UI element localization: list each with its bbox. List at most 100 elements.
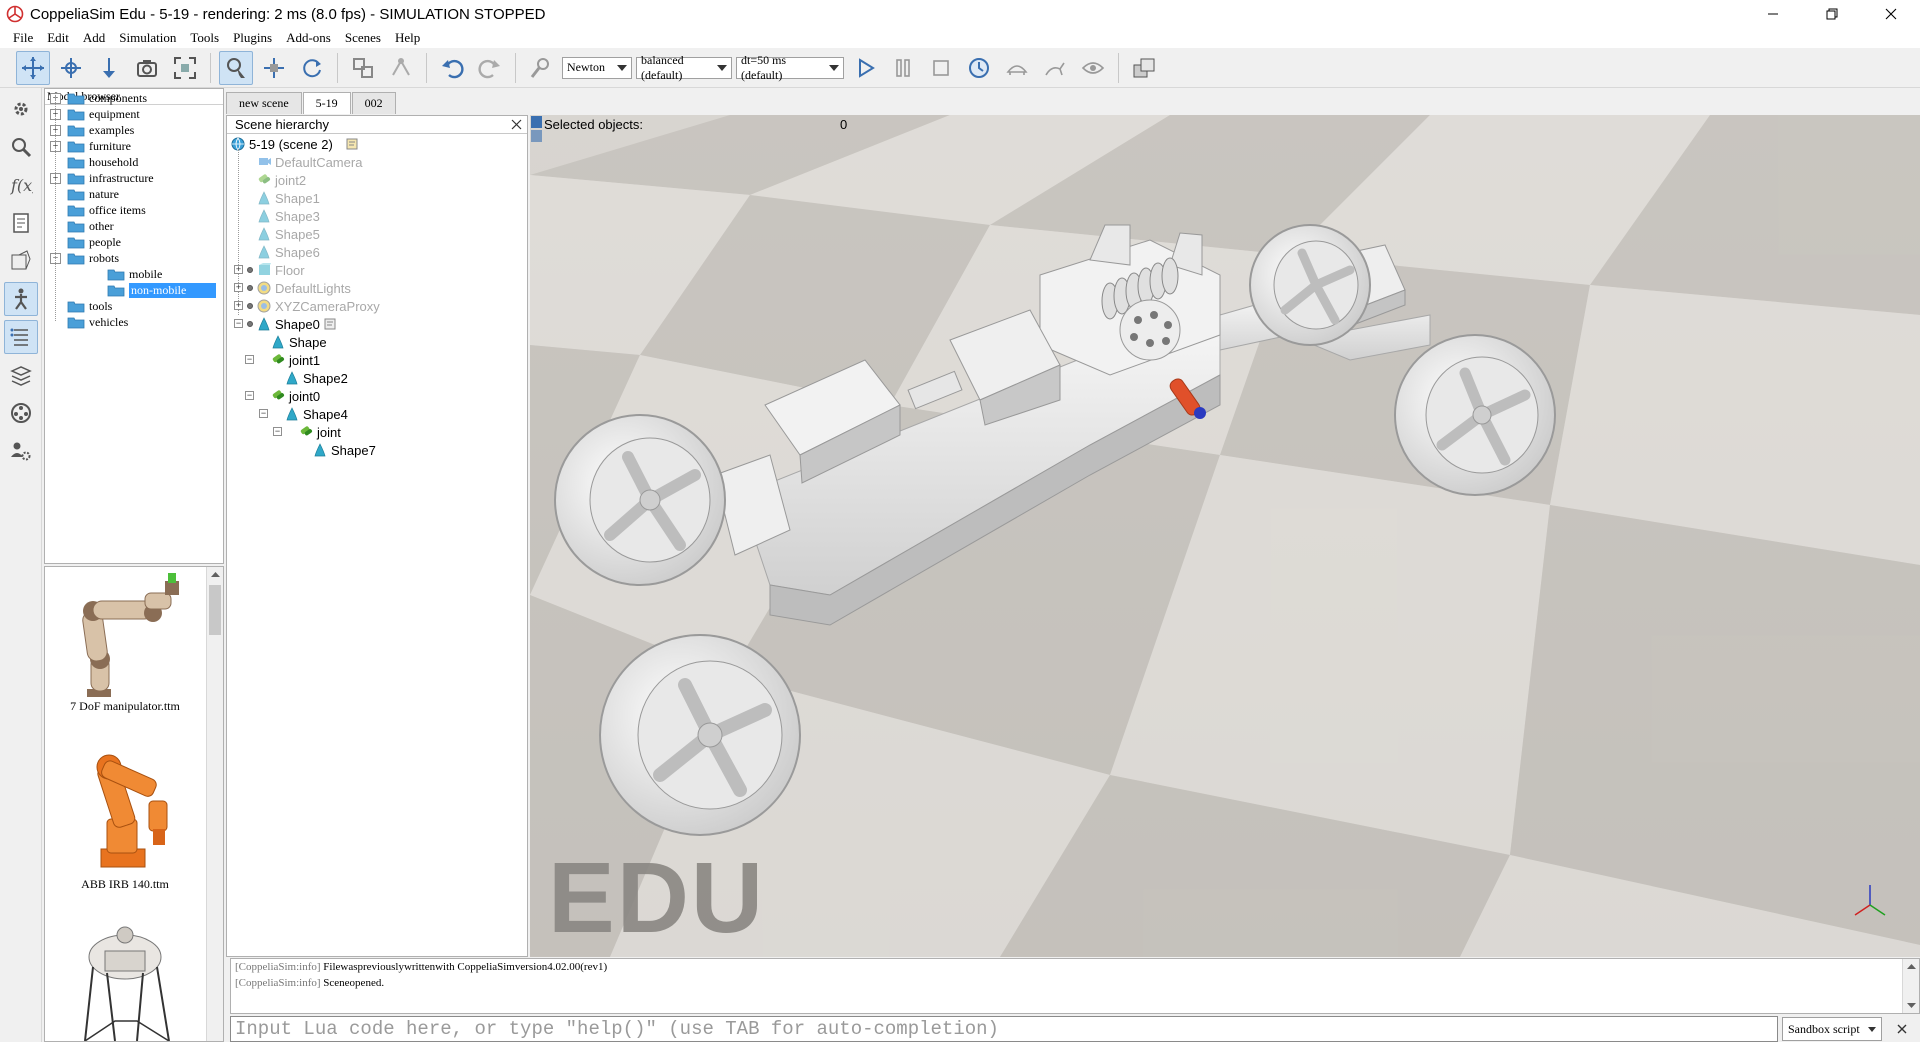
hierarchy-root[interactable]: 5-19 (scene 2) — [227, 135, 527, 153]
object-properties-button[interactable] — [4, 130, 38, 164]
hierarchy-item-DefaultLights[interactable]: + DefaultLights — [227, 279, 527, 297]
hierarchy-item-Shape2[interactable]: Shape2 — [227, 369, 527, 387]
collapse-icon[interactable]: − — [234, 319, 243, 328]
model-thumbnail-abb-irb140[interactable]: ABB IRB 140.ttm — [45, 745, 205, 891]
video-recorder-button[interactable] — [4, 396, 38, 430]
camera-pan-button[interactable] — [16, 50, 50, 85]
hierarchy-item-XYZCameraProxy[interactable]: + XYZCameraProxy — [227, 297, 527, 315]
simulation-settings-button[interactable] — [4, 92, 38, 126]
collapse-icon[interactable]: − — [259, 409, 268, 418]
model-folder-tools[interactable]: tools — [45, 298, 223, 314]
tab-002[interactable]: 002 — [351, 92, 396, 114]
expand-icon[interactable]: + — [234, 283, 243, 292]
undo-button[interactable] — [435, 51, 469, 85]
stop-simulation-button[interactable] — [924, 51, 958, 85]
timestep-select[interactable]: dt=50 ms (default) — [736, 53, 844, 82]
object-shift-button[interactable] — [257, 51, 291, 85]
scripts-button[interactable] — [4, 244, 38, 278]
hierarchy-item-Shape6[interactable]: Shape6 — [227, 243, 527, 261]
menu-add[interactable]: Add — [76, 30, 112, 46]
realtime-button[interactable] — [962, 51, 996, 85]
dynamics-engine-button[interactable] — [524, 51, 558, 85]
transfer-dna-button[interactable] — [384, 51, 418, 85]
model-folder-vehicles[interactable]: vehicles — [45, 314, 223, 330]
hierarchy-item-Shape4[interactable]: − Shape4 — [227, 405, 527, 423]
object-rotate-button[interactable] — [295, 51, 329, 85]
fit-to-view-button[interactable] — [168, 51, 202, 85]
model-folder-components[interactable]: + components — [45, 90, 223, 106]
click-select-button[interactable] — [219, 50, 253, 85]
paths-button[interactable] — [4, 358, 38, 392]
model-folder-equipment[interactable]: + equipment — [45, 106, 223, 122]
tab-new-scene[interactable]: new scene — [226, 92, 302, 114]
model-thumbnail-delta[interactable] — [45, 921, 205, 1041]
model-folder-other[interactable]: other — [45, 218, 223, 234]
pause-simulation-button[interactable] — [886, 51, 920, 85]
collections-button[interactable] — [4, 206, 38, 240]
menu-help[interactable]: Help — [388, 30, 427, 46]
expand-icon[interactable]: + — [234, 301, 243, 310]
close-icon[interactable] — [1894, 1021, 1910, 1037]
hierarchy-item-joint0[interactable]: − joint0 — [227, 387, 527, 405]
shape-edit-button[interactable] — [4, 282, 38, 316]
menu-simulation[interactable]: Simulation — [112, 30, 183, 46]
close-window-button[interactable] — [1861, 0, 1920, 28]
menu-addons[interactable]: Add-ons — [279, 30, 338, 46]
camera-shift-button[interactable] — [92, 51, 126, 85]
hierarchy-item-Shape0[interactable]: − Shape0 — [227, 315, 527, 333]
model-folder-nature[interactable]: nature — [45, 186, 223, 202]
model-folder-examples[interactable]: + examples — [45, 122, 223, 138]
model-folder-furniture[interactable]: + furniture — [45, 138, 223, 154]
hierarchy-item-Shape[interactable]: Shape — [227, 333, 527, 351]
model-folder-office-items[interactable]: office items — [45, 202, 223, 218]
hierarchy-item-Shape5[interactable]: Shape5 — [227, 225, 527, 243]
engine-select[interactable]: Newton — [562, 56, 632, 79]
menu-tools[interactable]: Tools — [183, 30, 226, 46]
hierarchy-item-joint[interactable]: − joint — [227, 423, 527, 441]
lua-command-input[interactable] — [230, 1016, 1778, 1042]
model-folder-people[interactable]: people — [45, 234, 223, 250]
collapse-icon[interactable]: − — [245, 355, 254, 364]
thumbnails-scrollbar[interactable] — [206, 567, 223, 1041]
collapse-icon[interactable]: − — [273, 427, 282, 436]
scrollbar-thumb[interactable] — [209, 585, 221, 635]
hierarchy-item-Floor[interactable]: + Floor — [227, 261, 527, 279]
menu-file[interactable]: File — [6, 30, 40, 46]
speed-up-button[interactable] — [1038, 51, 1072, 85]
hierarchy-item-joint2[interactable]: joint2 — [227, 171, 527, 189]
hierarchy-item-Shape3[interactable]: Shape3 — [227, 207, 527, 225]
tab-5-19[interactable]: 5-19 — [302, 92, 351, 114]
expand-icon[interactable]: + — [234, 265, 243, 274]
hierarchy-item-DefaultCamera[interactable]: DefaultCamera — [227, 153, 527, 171]
hierarchy-item-Shape7[interactable]: Shape7 — [227, 441, 527, 459]
script-select[interactable]: Sandbox script — [1782, 1017, 1882, 1041]
hierarchy-item-Shape1[interactable]: Shape1 — [227, 189, 527, 207]
assemble-button[interactable] — [346, 51, 380, 85]
model-folder-infrastructure[interactable]: + infrastructure — [45, 170, 223, 186]
scene-render[interactable] — [530, 115, 1920, 957]
camera-angle-button[interactable] — [130, 51, 164, 85]
close-icon[interactable] — [510, 118, 523, 131]
redo-button[interactable] — [473, 51, 507, 85]
menu-edit[interactable]: Edit — [40, 30, 76, 46]
layers-button[interactable] — [4, 320, 38, 354]
visualization-toggle-button[interactable] — [1076, 51, 1110, 85]
model-folder-non-mobile[interactable]: non-mobile — [45, 282, 223, 298]
console-scrollbar[interactable] — [1902, 959, 1919, 1013]
user-settings-button[interactable] — [4, 434, 38, 468]
model-thumbnail-7dof[interactable]: 7 DoF manipulator.ttm — [45, 571, 205, 713]
menu-plugins[interactable]: Plugins — [226, 30, 279, 46]
menu-scenes[interactable]: Scenes — [338, 30, 388, 46]
restore-button[interactable] — [1802, 0, 1861, 28]
start-simulation-button[interactable] — [848, 51, 882, 85]
calculation-modules-button[interactable]: f(x) — [4, 168, 38, 202]
minimize-button[interactable] — [1743, 0, 1802, 28]
accuracy-select[interactable]: balanced (default) — [636, 53, 732, 82]
collapse-icon[interactable]: − — [245, 391, 254, 400]
slow-down-button[interactable] — [1000, 51, 1034, 85]
model-folder-household[interactable]: household — [45, 154, 223, 170]
camera-rotate-button[interactable] — [54, 51, 88, 85]
model-folder-mobile[interactable]: mobile — [45, 266, 223, 282]
hierarchy-item-joint1[interactable]: − joint1 — [227, 351, 527, 369]
viewport-side-handle[interactable] — [530, 115, 543, 145]
